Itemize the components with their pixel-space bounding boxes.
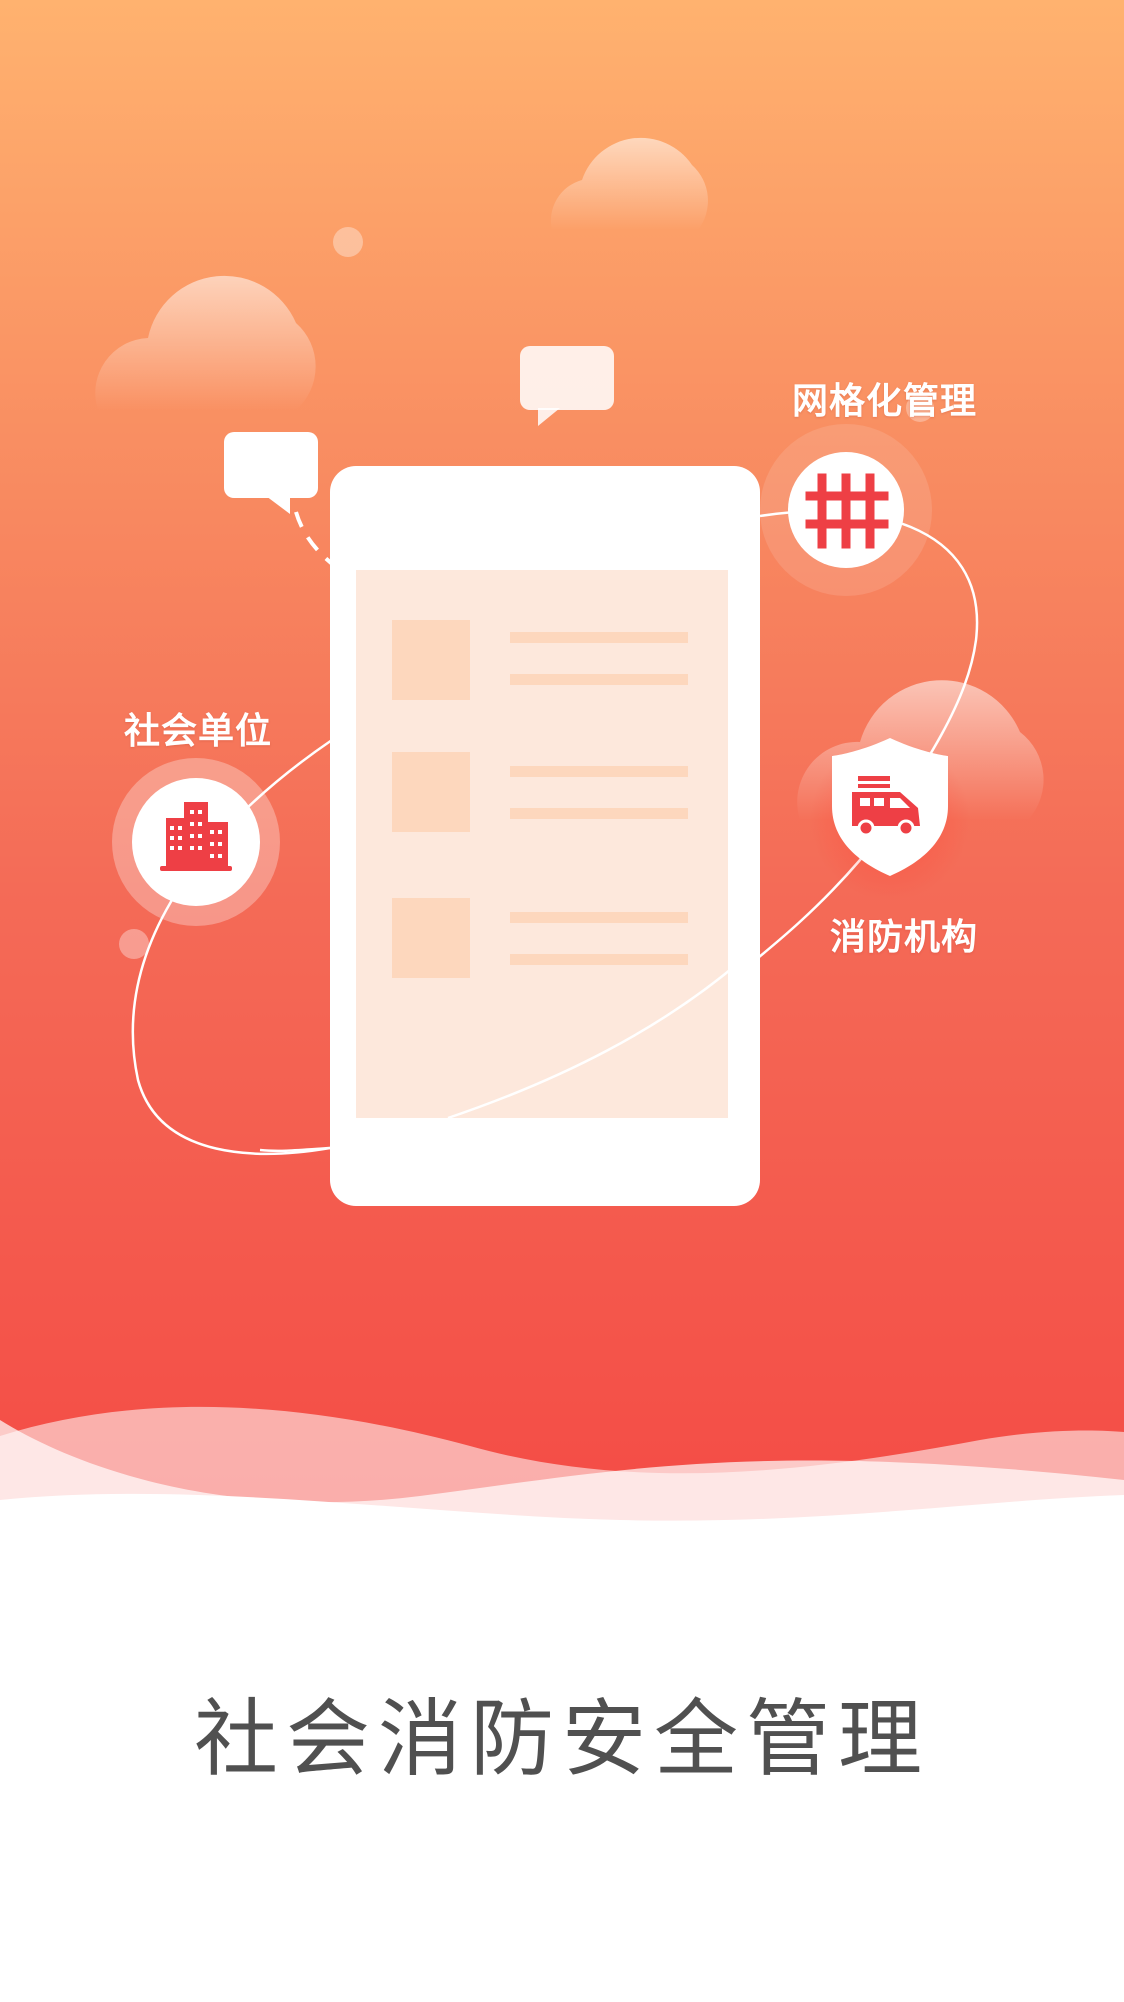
hero-illustration-area: 网格化管理 社会单位 消防机构: [0, 0, 1124, 1530]
social-unit-node: [112, 758, 280, 926]
cloud-left: [95, 275, 316, 410]
chat-bubble-icon: [520, 346, 614, 426]
bubble-dot: [119, 929, 149, 959]
fire-agency-node: [810, 738, 970, 900]
phone-illustration: [330, 466, 760, 1206]
bubble-dot: [333, 227, 363, 257]
grid-management-node: [760, 424, 932, 596]
splash-screen: 网格化管理 社会单位 消防机构 社会消防安全管理: [0, 0, 1124, 2002]
wave-decoration: [0, 1406, 1124, 1530]
cloud-top: [550, 137, 708, 230]
grid-hash-icon: [805, 473, 889, 549]
page-title: 社会消防安全管理: [193, 1690, 930, 1788]
social-unit-label: 社会单位: [124, 711, 273, 752]
hero-illustration: [0, 137, 1124, 1530]
chat-bubble-icon: [224, 432, 318, 514]
grid-management-label: 网格化管理: [792, 381, 978, 422]
fire-agency-label: 消防机构: [830, 917, 979, 958]
